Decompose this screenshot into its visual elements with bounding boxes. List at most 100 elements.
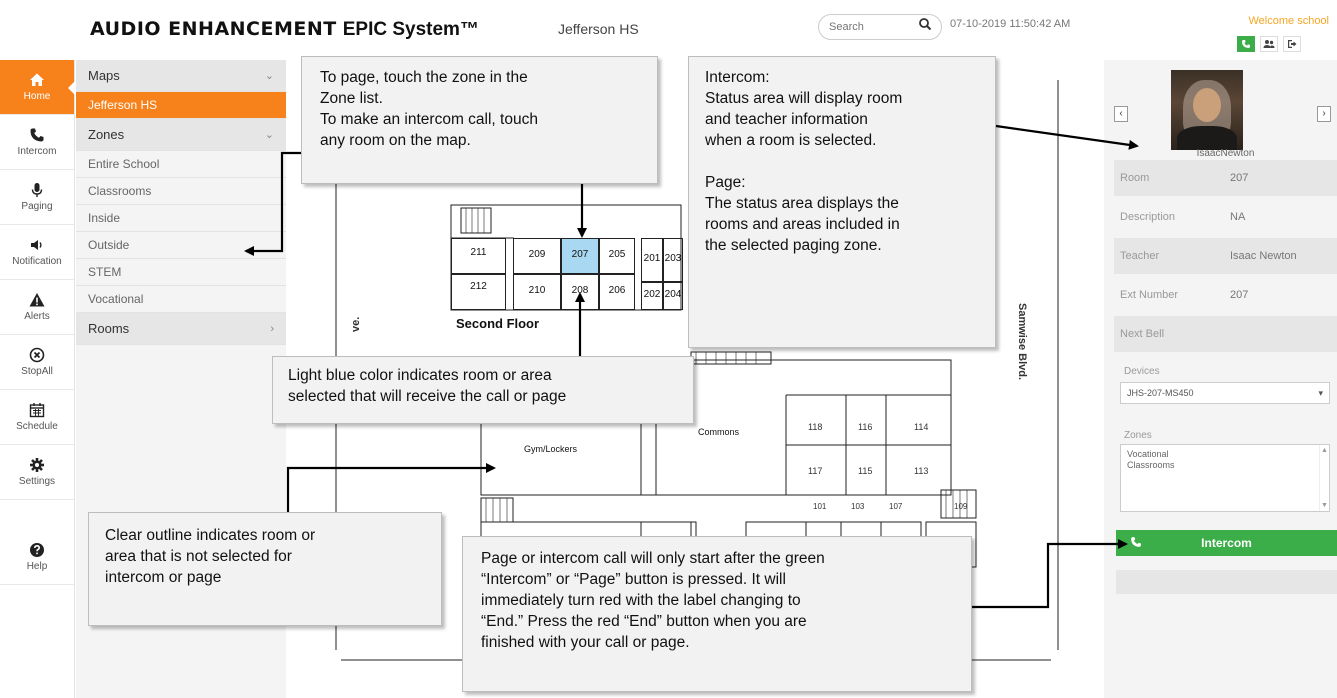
zones-title: Zones [88, 127, 125, 142]
users-button[interactable] [1260, 36, 1278, 52]
callout-line: area that is not selected for [105, 548, 292, 565]
room-109[interactable]: 109 [954, 502, 967, 511]
status-row-ext: Ext Number 207 [1114, 277, 1337, 313]
room-209[interactable]: 209 [513, 238, 561, 274]
callout-line: Light blue color indicates room or area [288, 367, 552, 384]
caret-down-icon: ▾ [1318, 388, 1323, 398]
callout-line: and teacher information [705, 111, 868, 128]
scroll-up-icon: ▲ [1321, 447, 1328, 454]
status-label: Teacher [1120, 250, 1160, 262]
nav-help[interactable]: Help [0, 530, 74, 585]
nav-label: Alerts [24, 311, 50, 322]
zones-list[interactable]: Vocational Classrooms ▲ ▼ [1120, 444, 1330, 512]
next-button[interactable]: › [1317, 106, 1331, 122]
room-201[interactable]: 201 [641, 238, 663, 282]
room-210[interactable]: 210 [513, 274, 561, 310]
callout-line: To make an intercom call, touch [320, 111, 538, 128]
maps-header[interactable]: Maps ⌄ [76, 60, 286, 92]
zones-header[interactable]: Zones ⌄ [76, 119, 286, 151]
callout-line: The status area displays the [705, 195, 899, 212]
chevron-down-icon: ⌄ [264, 70, 274, 82]
school-name: Jefferson HS [558, 21, 639, 37]
room-116[interactable]: 116 [858, 422, 872, 432]
room-115[interactable]: 115 [858, 466, 872, 476]
room-103[interactable]: 103 [851, 502, 864, 511]
brand-name: AUDIO ENHANCEMENT [90, 18, 337, 40]
room-211[interactable]: 211 [451, 238, 506, 274]
room-204[interactable]: 204 [663, 282, 683, 310]
room-212[interactable]: 212 [451, 274, 506, 310]
callout-line: “Intercom” or “Page” button is pressed. … [481, 571, 786, 588]
nav-label: Notification [12, 256, 62, 267]
room-113[interactable]: 113 [914, 466, 928, 476]
phone-icon [1131, 537, 1141, 547]
commons-label[interactable]: Commons [698, 427, 739, 437]
nav-paging[interactable]: Paging [0, 170, 74, 225]
nav-home[interactable]: Home [0, 60, 75, 115]
room-label: 204 [664, 289, 682, 300]
room-205[interactable]: 205 [599, 238, 635, 274]
room-207[interactable]: 207 [561, 238, 599, 274]
room-202[interactable]: 202 [641, 282, 663, 310]
callout-spacer [705, 151, 979, 172]
device-select[interactable]: JHS-207-MS450 ▾ [1120, 382, 1330, 404]
product-name: EPIC System™ [342, 19, 479, 40]
zone-item[interactable]: Classrooms [76, 178, 286, 205]
photo-detail [1193, 88, 1221, 122]
datetime: 07-10-2019 11:50:42 AM [950, 18, 1071, 30]
callout-line: selected that will receive the call or p… [288, 388, 567, 405]
room-107[interactable]: 107 [889, 502, 902, 511]
callout-intercom-info: Intercom: Status area will display room … [688, 56, 996, 348]
room-label: 212 [470, 281, 487, 292]
rooms-header[interactable]: Rooms › [76, 313, 286, 345]
call-button[interactable] [1237, 36, 1255, 52]
callout-line: To page, touch the zone in the [320, 69, 528, 86]
zone-item[interactable]: STEM [76, 259, 286, 286]
intercom-button-label: Intercom [1201, 536, 1252, 550]
callout-start-call: Page or intercom call will only start af… [462, 536, 972, 692]
room-101[interactable]: 101 [813, 502, 826, 511]
room-117[interactable]: 117 [808, 466, 822, 476]
room-label: 202 [643, 289, 661, 300]
nav-stopall[interactable]: StopAll [0, 335, 74, 390]
status-label: Ext Number [1120, 289, 1179, 301]
map-item-jefferson[interactable]: Jefferson HS [76, 92, 286, 119]
callout-line: when a room is selected. [705, 132, 877, 149]
zone-item[interactable]: Vocational [76, 286, 286, 313]
photo-detail [1177, 126, 1237, 150]
chevron-left-icon: ‹ [1119, 108, 1123, 119]
zone-entry: Classrooms [1127, 460, 1175, 470]
callout-line: the selected paging zone. [705, 237, 882, 254]
zones-label: Zones [1124, 430, 1152, 441]
intercom-button[interactable]: Intercom [1116, 530, 1337, 556]
nav-intercom[interactable]: Intercom [0, 115, 74, 170]
chevron-right-icon: › [1322, 108, 1326, 119]
phone-icon [1242, 40, 1250, 48]
logout-button[interactable] [1283, 36, 1301, 52]
room-114[interactable]: 114 [914, 422, 928, 432]
room-label: 209 [528, 249, 546, 260]
nav-notification[interactable]: Notification [0, 225, 74, 280]
callout-line: Page or intercom call will only start af… [481, 550, 825, 567]
search-icon[interactable] [918, 17, 932, 31]
zone-item[interactable]: Inside [76, 205, 286, 232]
nav-label: Schedule [16, 421, 58, 432]
nav-alerts[interactable]: Alerts [0, 280, 74, 335]
status-label: Room [1120, 172, 1150, 184]
room-206[interactable]: 206 [599, 274, 635, 310]
room-208[interactable]: 208 [561, 274, 599, 310]
teacher-caption: IsaacNewton [1196, 148, 1255, 159]
zone-item[interactable]: Outside [76, 232, 286, 259]
room-203[interactable]: 203 [663, 238, 683, 282]
gym-label[interactable]: Gym/Lockers [524, 444, 577, 454]
zone-item[interactable]: Entire School [76, 151, 286, 178]
status-value: NA [1230, 211, 1246, 223]
nav-schedule[interactable]: Schedule [0, 390, 74, 445]
room-118[interactable]: 118 [808, 422, 822, 432]
scrollbar[interactable]: ▲ ▼ [1319, 445, 1329, 511]
nav-settings[interactable]: Settings [0, 445, 74, 500]
callout-line: “End.” Press the red “End” button when y… [481, 613, 807, 630]
prev-button[interactable]: ‹ [1114, 106, 1128, 122]
status-panel: ‹ › IsaacNewton Room 207 Description NA Te… [1104, 60, 1337, 698]
